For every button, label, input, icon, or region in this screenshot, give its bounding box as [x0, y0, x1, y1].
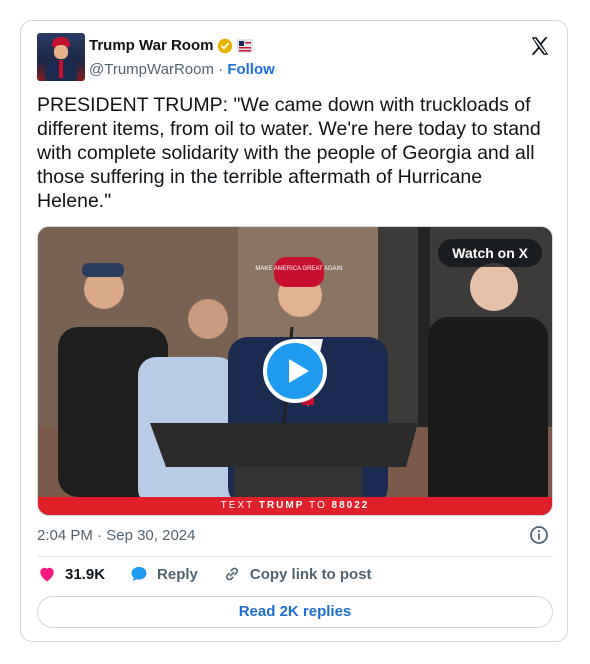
separator-dot: ·: [218, 61, 224, 78]
banner-prefix: TEXT: [220, 500, 255, 511]
verified-badge-icon: [218, 38, 233, 53]
avatar[interactable]: [37, 33, 85, 81]
tweet-card: Trump War Room @TrumpWarRoom · Follow PR…: [20, 20, 568, 642]
author-name-row: Trump War Room: [89, 37, 254, 54]
reply-label: Reply: [157, 565, 198, 583]
reply-bubble-icon: [131, 566, 147, 582]
heart-icon: [40, 567, 54, 582]
divider: [37, 556, 553, 557]
banner-to: TO: [309, 500, 327, 511]
x-logo-icon[interactable]: [529, 35, 551, 57]
reply-button[interactable]: Reply: [129, 564, 198, 584]
info-icon[interactable]: [529, 525, 549, 545]
link-icon: [225, 567, 238, 581]
follow-button[interactable]: Follow: [227, 61, 275, 78]
hat-text: MAKE AMERICA GREAT AGAIN: [255, 266, 342, 272]
copy-link-label: Copy link to post: [249, 565, 372, 583]
author-name[interactable]: Trump War Room: [89, 37, 213, 54]
play-button[interactable]: [263, 339, 327, 403]
author-handle[interactable]: @TrumpWarRoom: [89, 61, 214, 78]
banner-number: 88022: [331, 500, 370, 511]
tweet-time: 2:04 PM: [37, 527, 93, 544]
read-replies-button[interactable]: Read 2K replies: [37, 596, 553, 628]
copy-link-button[interactable]: Copy link to post: [222, 564, 372, 584]
play-icon: [289, 359, 309, 383]
tweet-date: Sep 30, 2024: [106, 527, 196, 544]
timestamp-separator: ·: [97, 527, 103, 544]
like-count: 31.9K: [65, 565, 106, 583]
flag-icon: [237, 38, 254, 53]
timestamp[interactable]: 2:04 PM · Sep 30, 2024: [37, 527, 195, 544]
banner-word: TRUMP: [258, 500, 305, 511]
text-trump-banner: TEXT TRUMP TO 88022: [38, 497, 552, 515]
tweet-text: PRESIDENT TRUMP: "We came down with truc…: [37, 94, 541, 212]
action-bar: 31.9K Reply Copy link to post: [37, 564, 396, 584]
author-handle-row: @TrumpWarRoom · Follow: [89, 61, 275, 78]
watch-on-x-button[interactable]: Watch on X: [438, 239, 542, 267]
video-player[interactable]: MAKE AMERICA GREAT AGAIN Watch on X TEXT…: [37, 226, 553, 516]
like-button[interactable]: 31.9K: [37, 564, 105, 584]
